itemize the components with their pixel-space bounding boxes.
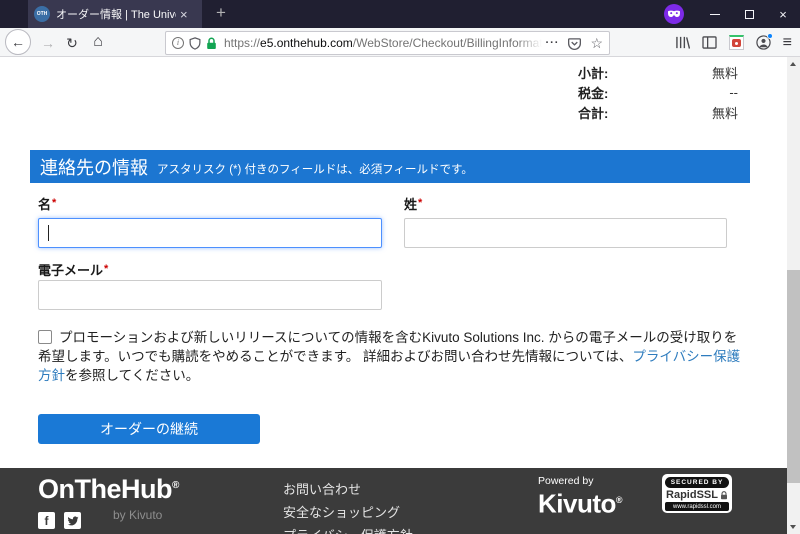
close-window-button[interactable]: × — [766, 0, 800, 28]
onthehub-byline: by Kivuto — [113, 508, 162, 522]
reload-button[interactable]: ↻ — [62, 33, 82, 53]
text-caret — [48, 225, 49, 241]
titlebar: OTH オーダー情報 | The University of × + × — [0, 0, 800, 28]
last-name-input[interactable] — [404, 218, 727, 248]
browser-window: OTH オーダー情報 | The University of × + × ← →… — [0, 0, 800, 534]
page-info-icon[interactable]: i — [172, 37, 184, 49]
vertical-scrollbar[interactable] — [787, 57, 800, 534]
required-asterisk: * — [52, 197, 56, 209]
continue-order-button[interactable]: オーダーの継続 — [38, 414, 260, 444]
footer-link-safe-shopping[interactable]: 安全なショッピング — [283, 501, 413, 524]
required-asterisk: * — [418, 197, 422, 209]
kivuto-logo[interactable]: Powered by Kivuto® — [538, 475, 622, 517]
back-button[interactable]: ← — [5, 29, 31, 55]
promo-consent: プロモーションおよび新しいリリースについての情報を含むKivuto Soluti… — [38, 328, 744, 385]
section-title: 連絡先の情報 — [40, 154, 148, 180]
promo-consent-checkbox[interactable] — [38, 330, 52, 344]
minimize-button[interactable] — [698, 0, 732, 28]
tab-title: オーダー情報 | The University of — [56, 6, 176, 22]
site-favicon-icon: OTH — [34, 6, 50, 22]
browser-tab[interactable]: OTH オーダー情報 | The University of × — [28, 0, 202, 28]
email-input[interactable] — [38, 280, 382, 310]
page-footer: OnTheHub® by Kivuto f お問い合わせ 安全なショッピング プ… — [0, 468, 787, 534]
new-tab-button[interactable]: + — [210, 0, 232, 28]
page-actions-icon[interactable]: ··· — [545, 37, 559, 49]
scrollbar-thumb[interactable] — [787, 270, 800, 483]
https-lock-icon[interactable] — [206, 37, 217, 50]
url-text[interactable]: https://e5.onthehub.com/WebStore/Checkou… — [224, 36, 542, 50]
first-name-label: 名* — [38, 194, 56, 213]
sidebar-toggle-icon[interactable] — [702, 36, 717, 49]
required-asterisk: * — [104, 263, 108, 275]
page-content: 小計: 無料 税金: -- 合計: 無料 連絡先の情報 アスタリスク (*) 付… — [0, 57, 787, 534]
email-label: 電子メール* — [38, 260, 108, 279]
last-name-label: 姓* — [404, 194, 422, 213]
email-field-wrap — [38, 280, 382, 310]
order-summary: 小計: 無料 税金: -- 合計: 無料 — [578, 62, 738, 122]
library-icon[interactable] — [675, 36, 690, 49]
contact-section-header: 連絡先の情報 アスタリスク (*) 付きのフィールドは、必須フィールドです。 — [30, 150, 750, 183]
rapidssl-badge[interactable]: SECURED BY RapidSSL www.rapidssl.com — [662, 474, 732, 513]
consent-text-after: を参照してください。 — [65, 368, 199, 383]
scroll-down-icon[interactable] — [790, 525, 796, 529]
notification-dot — [767, 33, 773, 39]
account-icon[interactable] — [756, 35, 771, 50]
close-tab-icon[interactable]: × — [180, 7, 188, 22]
address-bar[interactable]: i https://e5.onthehub.com/WebStore/Check… — [165, 31, 610, 55]
first-name-field-wrap — [38, 218, 382, 248]
forward-button: → — [38, 33, 58, 53]
footer-link-privacy[interactable]: プライバシー保護方針 — [283, 524, 413, 534]
private-browsing-mask-icon — [664, 4, 684, 24]
tracking-protection-shield-icon[interactable] — [189, 37, 201, 50]
footer-links: お問い合わせ 安全なショッピング プライバシー保護方針 — [283, 478, 413, 534]
footer-link-contact[interactable]: お問い合わせ — [283, 478, 413, 501]
hamburger-menu-icon[interactable]: ≡ — [783, 34, 792, 52]
bookmark-star-icon[interactable]: ☆ — [590, 35, 603, 52]
maximize-button[interactable] — [732, 0, 766, 28]
onthehub-logo[interactable]: OnTheHub® — [38, 474, 179, 505]
home-button[interactable]: ⌂ — [88, 32, 108, 52]
extension-icon[interactable] — [729, 35, 744, 50]
summary-row-total: 合計: 無料 — [578, 102, 738, 122]
facebook-icon[interactable]: f — [38, 512, 55, 529]
summary-row-tax: 税金: -- — [578, 82, 738, 102]
scroll-up-icon[interactable] — [790, 62, 796, 66]
twitter-icon[interactable] — [64, 512, 81, 529]
navigation-toolbar: ← → ↻ ⌂ i https://e5.onthehub.com/WebSto… — [0, 28, 800, 57]
window-controls: × — [664, 0, 800, 28]
last-name-field-wrap — [404, 218, 727, 248]
summary-row-subtotal: 小計: 無料 — [578, 62, 738, 82]
padlock-icon — [720, 491, 728, 500]
section-subtitle: アスタリスク (*) 付きのフィールドは、必須フィールドです。 — [157, 157, 473, 177]
pocket-icon[interactable] — [568, 37, 581, 50]
first-name-input[interactable] — [38, 218, 382, 248]
